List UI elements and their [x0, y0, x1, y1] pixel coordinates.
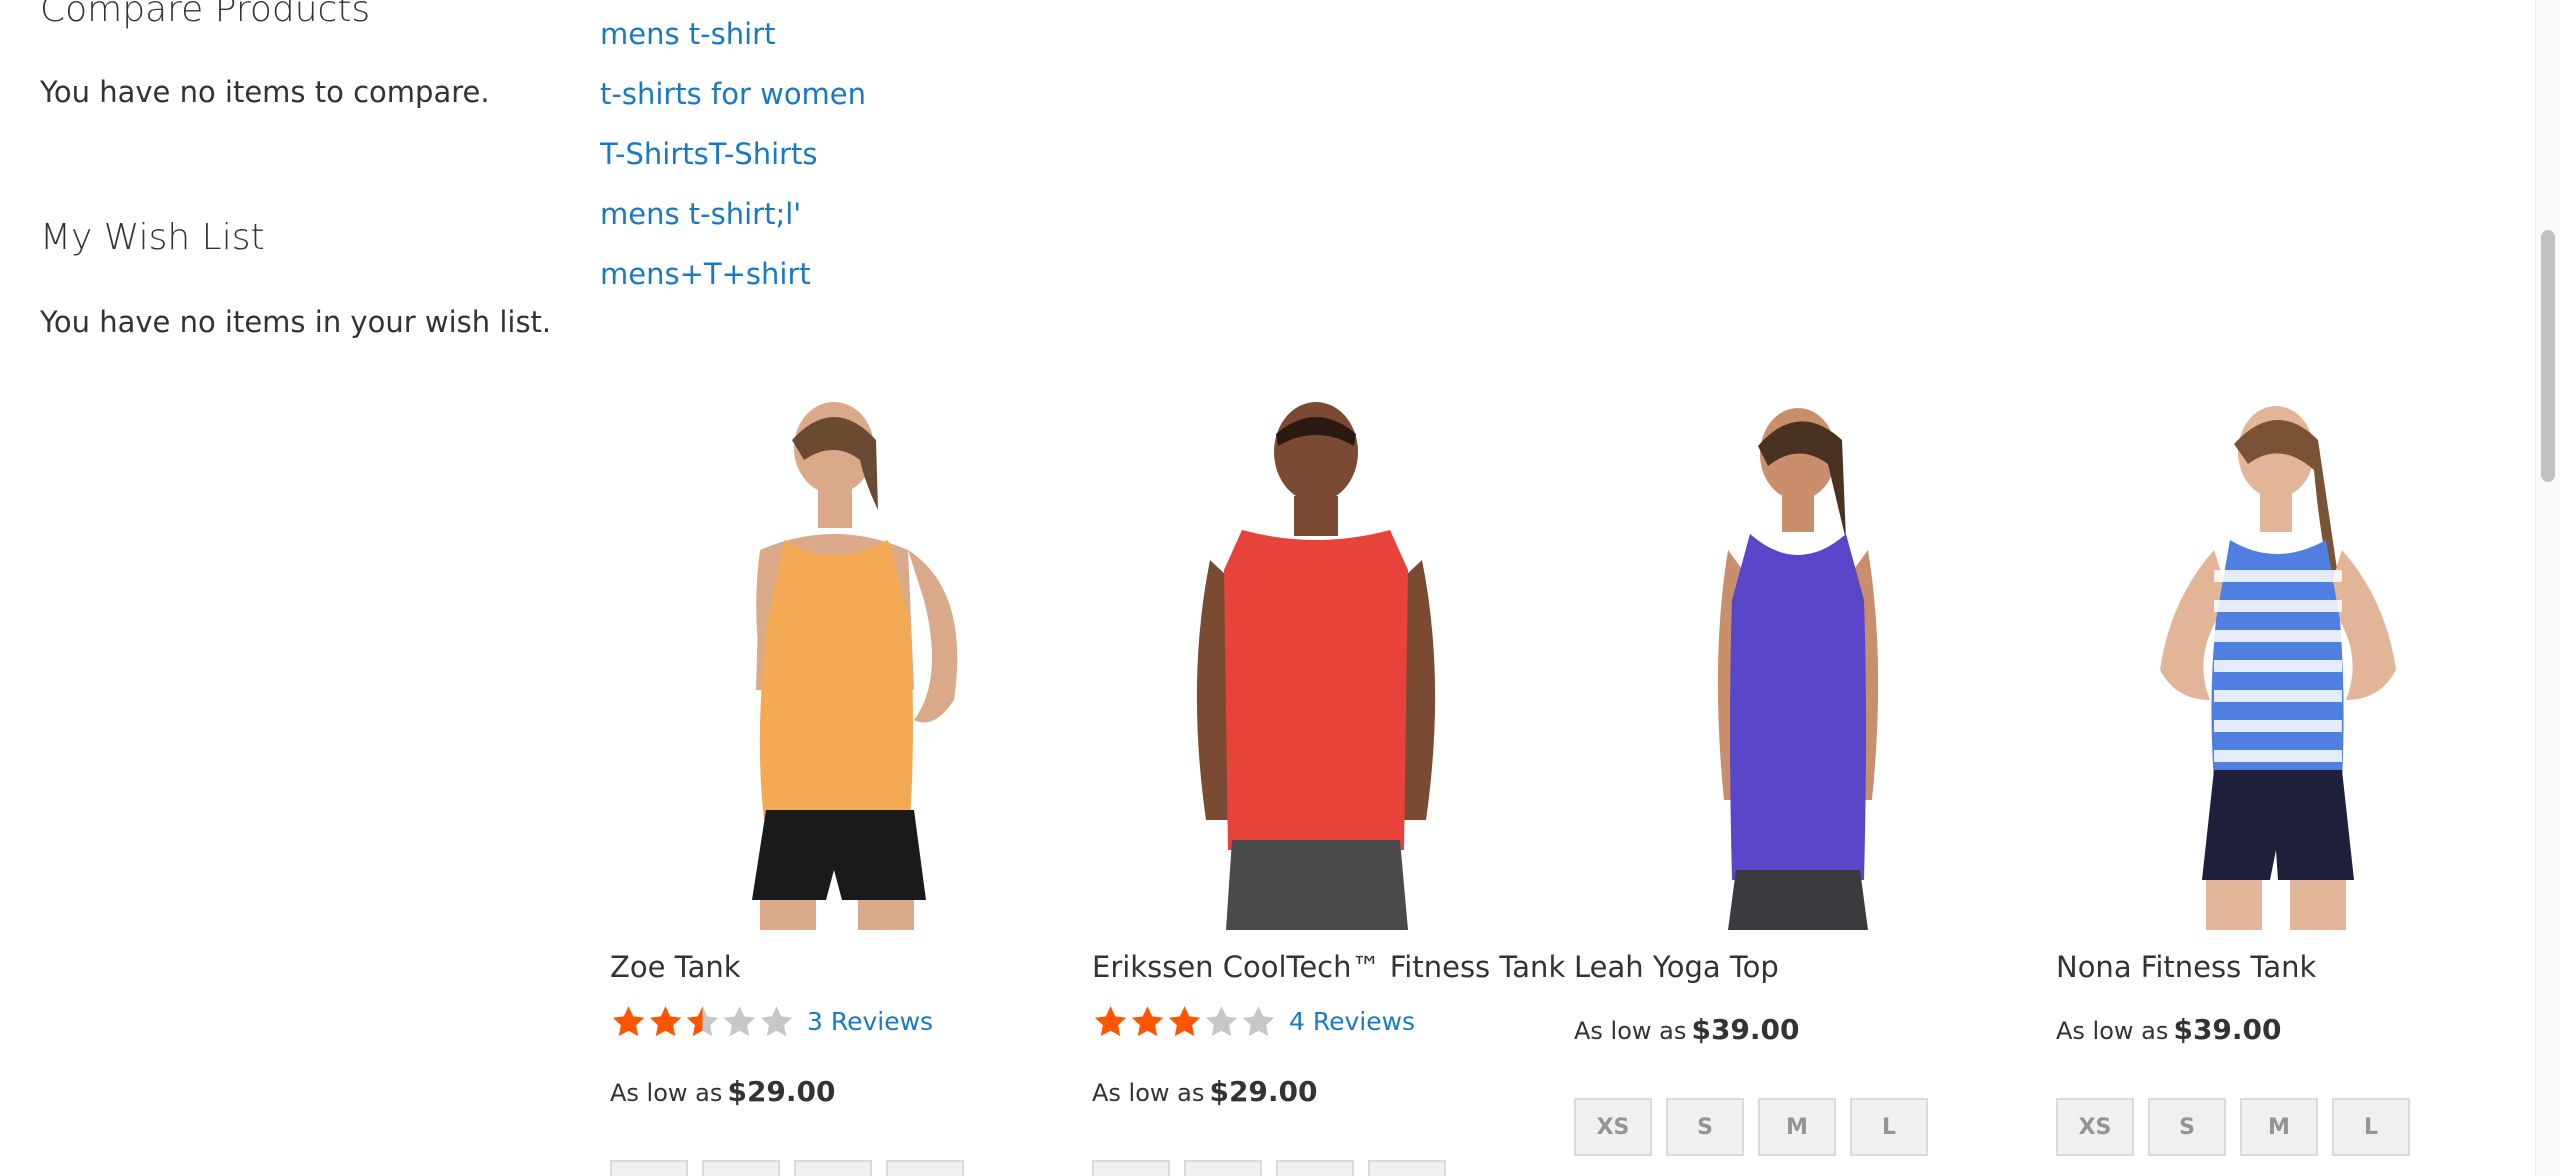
- product-rating: 4 Reviews: [1092, 1004, 1415, 1039]
- star-empty-icon: [760, 1006, 793, 1037]
- size-swatches: XS S M L: [1574, 1098, 1928, 1156]
- size-swatch-m[interactable]: M: [1758, 1098, 1836, 1156]
- reviews-link[interactable]: 4 Reviews: [1289, 1007, 1415, 1036]
- product-photo-figure: [752, 402, 958, 930]
- star-empty-icon: [723, 1006, 756, 1037]
- star-filled-icon: [1131, 1006, 1164, 1037]
- product-name[interactable]: Nona Fitness Tank: [2056, 953, 2316, 982]
- size-swatch-m[interactable]: M: [794, 1160, 872, 1176]
- size-swatch-s[interactable]: S: [702, 1160, 780, 1176]
- compare-products-title: Compare Products: [40, 0, 371, 30]
- star-filled-icon: [1094, 1006, 1127, 1037]
- product-price: As low as $29.00: [610, 1078, 836, 1106]
- price-label: As low as: [610, 1079, 723, 1107]
- product-photo-figure: [1717, 408, 1879, 930]
- size-swatch-xs[interactable]: XS: [1092, 1160, 1170, 1176]
- product-price: As low as $39.00: [2056, 1016, 2282, 1044]
- product-name[interactable]: Erikssen CoolTech™ Fitness Tank: [1092, 953, 1565, 982]
- size-swatch-xs[interactable]: XS: [610, 1160, 688, 1176]
- search-term-link[interactable]: t-shirts for women: [600, 80, 866, 109]
- size-swatch-m[interactable]: M: [1276, 1160, 1354, 1176]
- product-price: As low as $29.00: [1092, 1078, 1318, 1106]
- star-empty-icon: [1242, 1006, 1275, 1037]
- search-term-link[interactable]: T-ShirtsT-Shirts: [600, 140, 818, 169]
- product-photo-figure: [2160, 406, 2396, 930]
- star-filled-icon: [612, 1006, 645, 1037]
- product-name[interactable]: Zoe Tank: [610, 953, 741, 982]
- wishlist-title: My Wish List: [40, 217, 265, 258]
- scrollbar-thumb[interactable]: [2541, 230, 2555, 482]
- size-swatch-s[interactable]: S: [2148, 1098, 2226, 1156]
- product-item: Erikssen CoolTech™ Fitness Tank 4 Review…: [1082, 400, 1565, 1176]
- rating-stars: [610, 1004, 795, 1039]
- size-swatches: XS S M L: [1092, 1160, 1446, 1176]
- size-swatch-m[interactable]: M: [2240, 1098, 2318, 1156]
- search-results-page: Compare Products You have no items to co…: [0, 0, 2560, 1176]
- size-swatch-xs[interactable]: XS: [2056, 1098, 2134, 1156]
- product-item: Nona Fitness Tank As low as $39.00 XS S …: [2046, 400, 2506, 1176]
- size-swatch-l[interactable]: L: [886, 1160, 964, 1176]
- product-item: Zoe Tank 3 Reviews As low as $29.00 XS S…: [600, 400, 1060, 1176]
- product-image[interactable]: [1572, 400, 2024, 930]
- star-filled-icon: [1168, 1006, 1201, 1037]
- price-amount: $29.00: [1209, 1075, 1318, 1108]
- product-name[interactable]: Leah Yoga Top: [1574, 953, 1779, 982]
- price-label: As low as: [1574, 1017, 1687, 1045]
- size-swatch-l[interactable]: L: [2332, 1098, 2410, 1156]
- size-swatch-l[interactable]: L: [1850, 1098, 1928, 1156]
- product-grid: Zoe Tank 3 Reviews As low as $29.00 XS S…: [600, 400, 2500, 1176]
- size-swatches: XS S M L: [610, 1160, 964, 1176]
- price-amount: $29.00: [727, 1075, 836, 1108]
- compare-empty-text: You have no items to compare.: [40, 75, 490, 109]
- price-label: As low as: [2056, 1017, 2169, 1045]
- size-swatch-xs[interactable]: XS: [1574, 1098, 1652, 1156]
- product-image[interactable]: [608, 400, 1060, 930]
- star-half-icon: [686, 1006, 719, 1037]
- reviews-link[interactable]: 3 Reviews: [807, 1007, 933, 1036]
- star-empty-icon: [1205, 1006, 1238, 1037]
- size-swatch-s[interactable]: S: [1184, 1160, 1262, 1176]
- search-term-link[interactable]: mens t-shirt: [600, 20, 775, 49]
- size-swatch-s[interactable]: S: [1666, 1098, 1744, 1156]
- product-rating: 3 Reviews: [610, 1004, 933, 1039]
- search-term-link[interactable]: mens t-shirt;l': [600, 200, 801, 229]
- rating-stars: [1092, 1004, 1277, 1039]
- product-image[interactable]: [2054, 400, 2506, 930]
- product-image[interactable]: [1090, 400, 1542, 930]
- page-scrollbar[interactable]: [2535, 0, 2560, 1176]
- product-item: Leah Yoga Top As low as $39.00 XS S M L: [1564, 400, 2024, 1176]
- product-price: As low as $39.00: [1574, 1016, 1800, 1044]
- price-amount: $39.00: [1691, 1013, 1800, 1046]
- product-photo-figure: [1196, 402, 1436, 930]
- size-swatch-l[interactable]: L: [1368, 1160, 1446, 1176]
- price-amount: $39.00: [2173, 1013, 2282, 1046]
- wishlist-empty-text: You have no items in your wish list.: [40, 305, 552, 339]
- star-filled-icon: [649, 1006, 682, 1037]
- search-term-link[interactable]: mens+T+shirt: [600, 260, 811, 289]
- price-label: As low as: [1092, 1079, 1205, 1107]
- size-swatches: XS S M L: [2056, 1098, 2410, 1156]
